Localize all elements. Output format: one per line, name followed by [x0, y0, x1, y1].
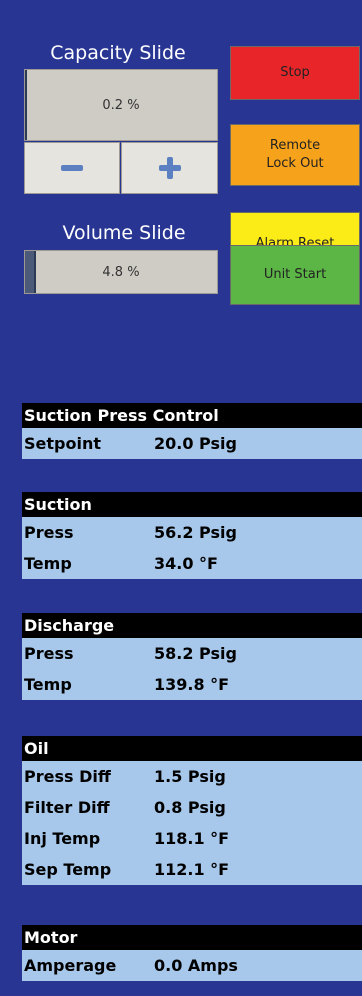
minus-icon	[61, 165, 83, 171]
capacity-slide-value: 0.2 %	[102, 97, 140, 113]
row-label: Press Diff	[24, 767, 111, 786]
capacity-decrease-button[interactable]	[24, 142, 120, 194]
capacity-slide-title: Capacity Slide	[50, 42, 186, 64]
row-label: Filter Diff	[24, 798, 110, 817]
row-value: 56.2 Psig	[154, 523, 237, 542]
row-value: 0.8 Psig	[154, 798, 226, 817]
section-row: Temp 34.0 °F	[22, 548, 362, 579]
remote-lockout-label: Remote Lock Out	[266, 137, 323, 172]
row-label: Press	[24, 523, 74, 542]
section-header: Discharge	[22, 613, 362, 638]
section-row: Temp 139.8 °F	[22, 669, 362, 700]
volume-slide-title: Volume Slide	[62, 222, 186, 244]
section-row: Press 58.2 Psig	[22, 638, 362, 669]
section-header: Oil	[22, 736, 362, 761]
row-value: 112.1 °F	[154, 860, 230, 879]
section-header: Suction	[22, 492, 362, 517]
section-row: Press Diff 1.5 Psig	[22, 761, 362, 792]
capacity-slide-fill	[25, 70, 28, 140]
row-value: 0.0 Amps	[154, 956, 238, 975]
row-value: 20.0 Psig	[154, 434, 237, 453]
row-label: Temp	[24, 675, 72, 694]
suction-section: Suction Press 56.2 Psig Temp 34.0 °F	[22, 492, 362, 579]
suction-press-control-section: Suction Press Control Setpoint 20.0 Psig	[22, 403, 362, 459]
section-row: Press 56.2 Psig	[22, 517, 362, 548]
section-row: Amperage 0.0 Amps	[22, 950, 362, 981]
motor-section: Motor Amperage 0.0 Amps	[22, 925, 362, 981]
discharge-section: Discharge Press 58.2 Psig Temp 139.8 °F	[22, 613, 362, 700]
volume-slide-value: 4.8 %	[102, 264, 140, 280]
capacity-increase-button[interactable]	[121, 142, 218, 194]
section-row: Inj Temp 118.1 °F	[22, 823, 362, 854]
row-value: 58.2 Psig	[154, 644, 237, 663]
section-row: Filter Diff 0.8 Psig	[22, 792, 362, 823]
row-label: Temp	[24, 554, 72, 573]
remote-lockout-button[interactable]: Remote Lock Out	[230, 124, 360, 186]
row-label: Press	[24, 644, 74, 663]
row-value: 139.8 °F	[154, 675, 230, 694]
row-label: Amperage	[24, 956, 117, 975]
unit-start-button[interactable]: Unit Start	[230, 245, 360, 305]
row-label: Inj Temp	[24, 829, 101, 848]
capacity-slide-indicator: 0.2 %	[24, 69, 218, 141]
stop-button-label: Stop	[280, 65, 310, 81]
remote-lockout-label-line2: Lock Out	[266, 156, 324, 171]
volume-slide-fill	[25, 251, 37, 293]
volume-slide-indicator: 4.8 %	[24, 250, 218, 294]
section-header: Suction Press Control	[22, 403, 362, 428]
row-label: Sep Temp	[24, 860, 112, 879]
section-row: Sep Temp 112.1 °F	[22, 854, 362, 885]
row-label: Setpoint	[24, 434, 101, 453]
stop-button[interactable]: Stop	[230, 46, 360, 100]
row-value: 118.1 °F	[154, 829, 230, 848]
plus-icon	[158, 157, 181, 179]
row-value: 34.0 °F	[154, 554, 218, 573]
unit-start-label: Unit Start	[263, 267, 327, 283]
oil-section: Oil Press Diff 1.5 Psig Filter Diff 0.8 Psig…	[22, 736, 362, 885]
row-value: 1.5 Psig	[154, 767, 226, 786]
section-row: Setpoint 20.0 Psig	[22, 428, 362, 459]
remote-lockout-label-line1: Remote	[269, 138, 321, 154]
section-header: Motor	[22, 925, 362, 950]
